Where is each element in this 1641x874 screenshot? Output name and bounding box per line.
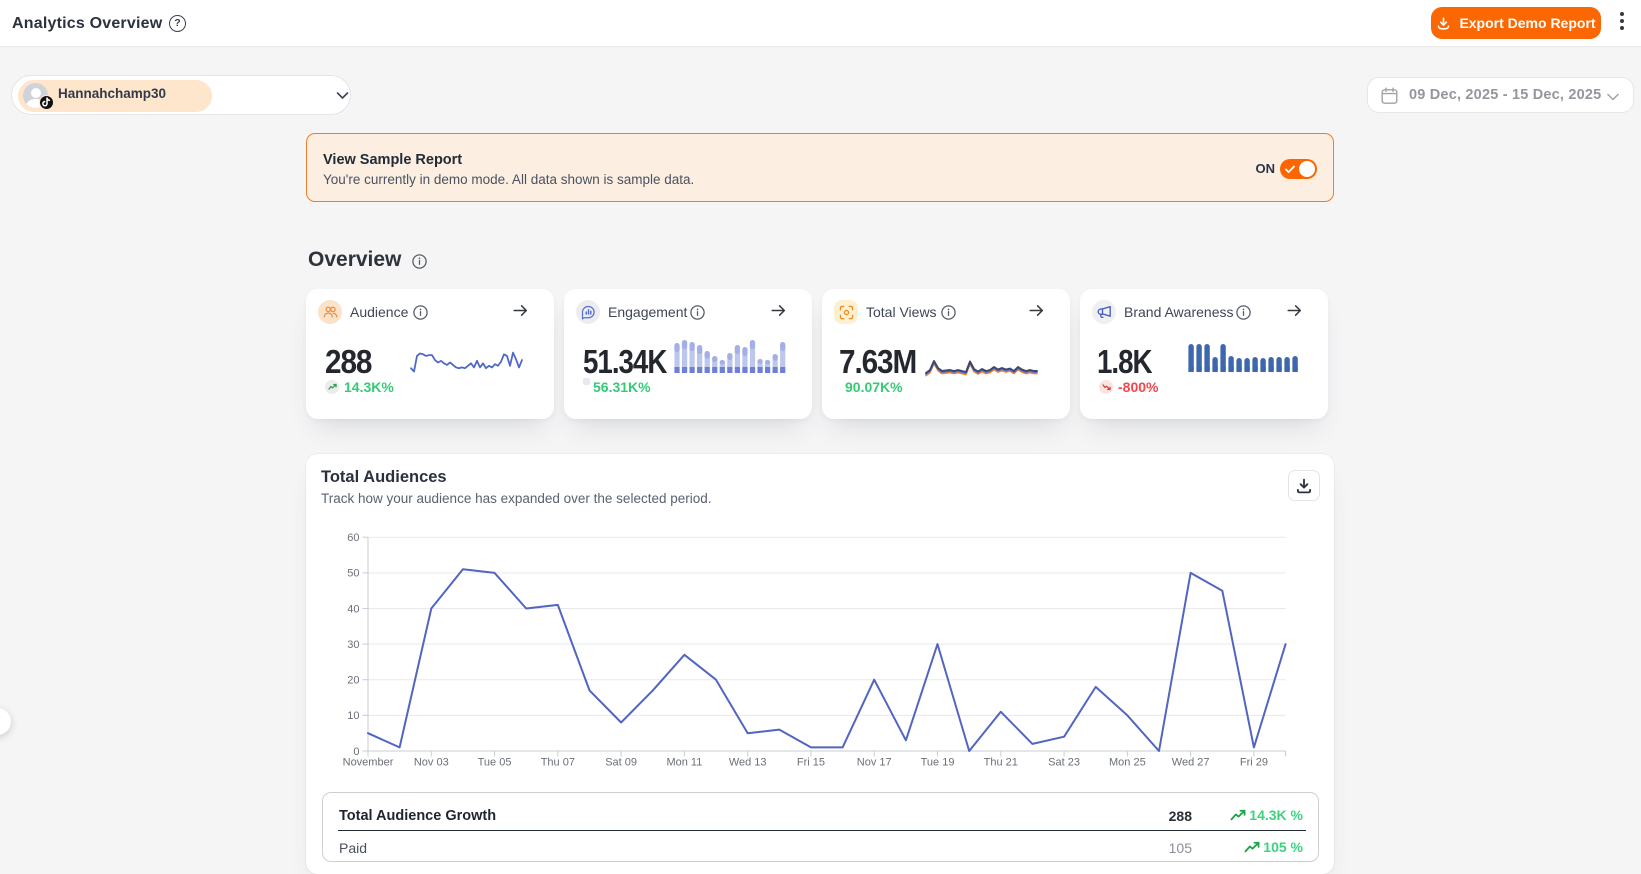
svg-text:Nov 17: Nov 17 — [857, 757, 892, 769]
svg-text:Fri 15: Fri 15 — [797, 757, 825, 769]
svg-text:Sat 23: Sat 23 — [1048, 757, 1080, 769]
svg-text:Nov 03: Nov 03 — [414, 757, 449, 769]
svg-text:Wed 13: Wed 13 — [729, 757, 767, 769]
svg-text:40: 40 — [347, 603, 359, 615]
svg-text:Tue 19: Tue 19 — [921, 757, 955, 769]
svg-text:20: 20 — [347, 675, 359, 687]
svg-text:Wed 27: Wed 27 — [1172, 757, 1210, 769]
svg-text:30: 30 — [347, 639, 359, 651]
svg-text:10: 10 — [347, 710, 359, 722]
svg-text:Thu 07: Thu 07 — [541, 757, 575, 769]
svg-text:Fri 29: Fri 29 — [1240, 757, 1268, 769]
svg-text:Sat 09: Sat 09 — [605, 757, 637, 769]
svg-text:Thu 21: Thu 21 — [984, 757, 1018, 769]
svg-text:60: 60 — [347, 532, 359, 544]
svg-text:Mon 25: Mon 25 — [1109, 757, 1146, 769]
svg-text:November: November — [343, 757, 394, 769]
svg-text:Tue 05: Tue 05 — [478, 757, 512, 769]
svg-text:50: 50 — [347, 568, 359, 580]
svg-text:Mon 11: Mon 11 — [666, 757, 702, 769]
